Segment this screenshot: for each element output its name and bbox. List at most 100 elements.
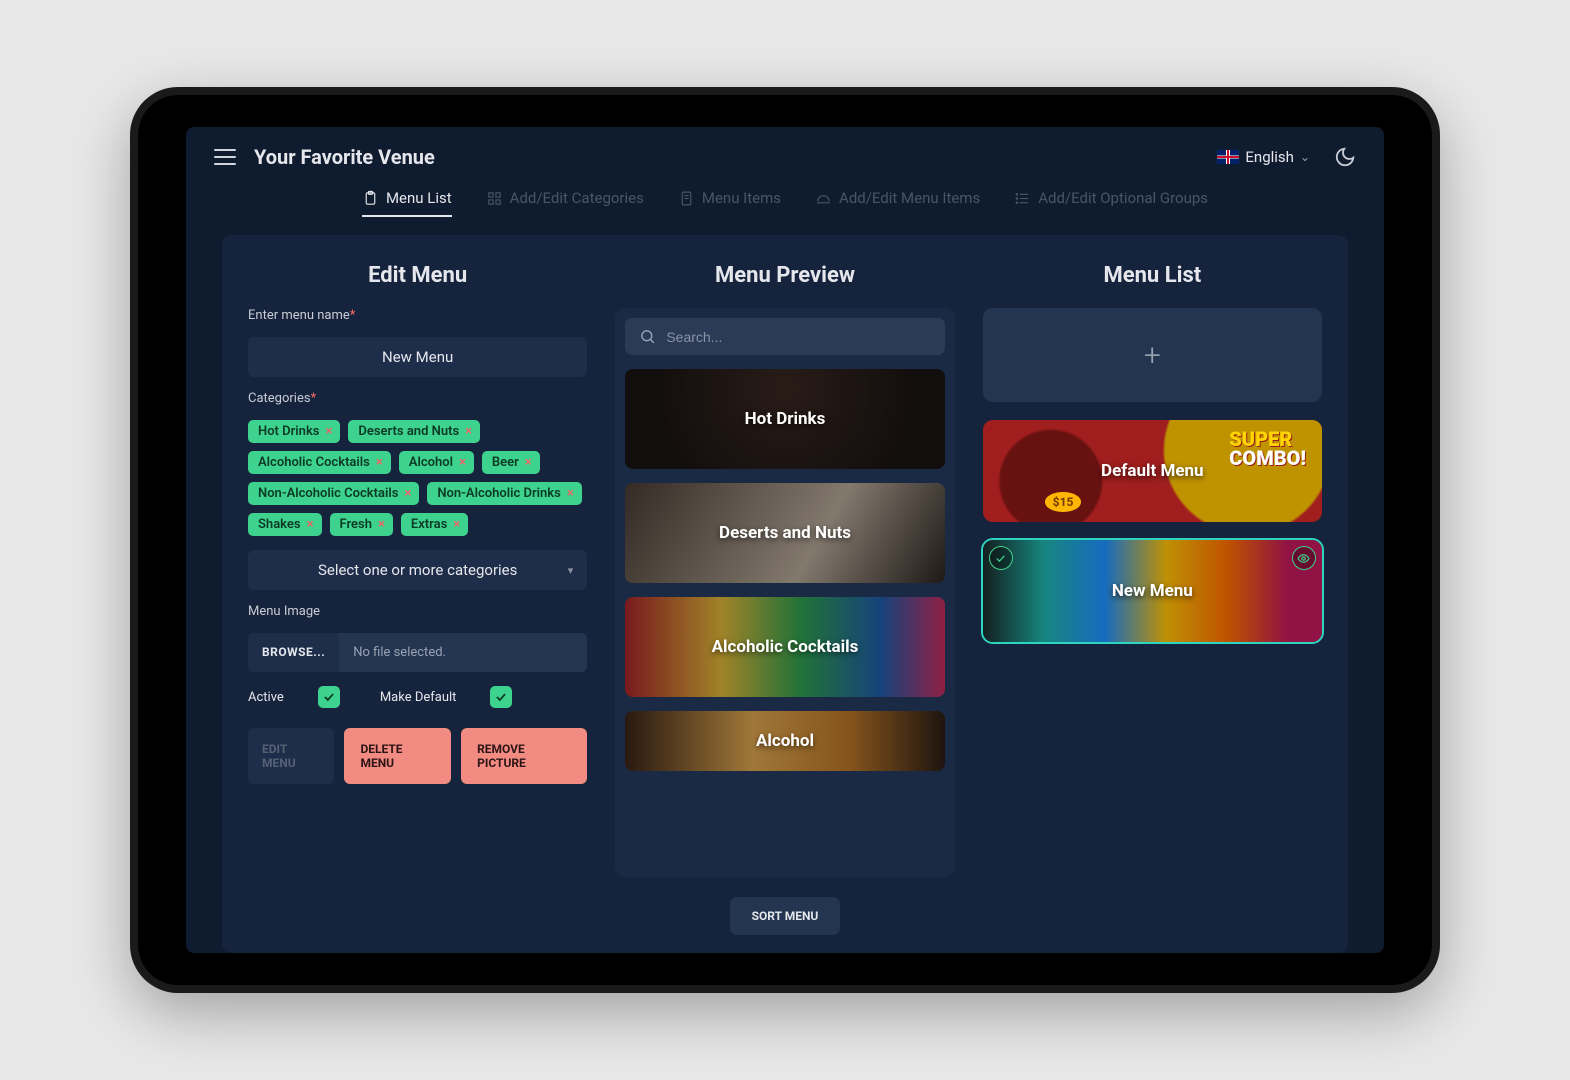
edit-menu-column: Edit Menu Enter menu name* New Menu Cate… [248, 263, 587, 935]
file-status-text: No file selected. [339, 633, 587, 672]
active-checkbox[interactable] [318, 686, 340, 708]
menu-name-input[interactable]: New Menu [248, 337, 587, 377]
preview-category-card[interactable]: Deserts and Nuts [625, 483, 944, 583]
category-chips: Hot Drinks× Deserts and Nuts× Alcoholic … [248, 420, 587, 536]
plus-icon: + [1144, 338, 1161, 373]
search-input[interactable] [666, 329, 930, 345]
tab-label: Menu Items [702, 189, 781, 207]
caret-down-icon: ▾ [568, 564, 574, 577]
tablet-frame: Your Favorite Venue English ⌄ [130, 87, 1440, 993]
edit-menu-heading: Edit Menu [248, 263, 587, 288]
category-chip[interactable]: Beer× [482, 451, 540, 474]
tab-label: Add/Edit Categories [510, 189, 644, 207]
preview-card-title: Alcoholic Cocktails [712, 637, 859, 657]
tab-label: Add/Edit Optional Groups [1038, 189, 1208, 207]
selected-check-icon [989, 546, 1013, 570]
menu-preview-column: Menu Preview Hot Drinks Deserts and [615, 263, 954, 935]
checkbox-row: Active Make Default [248, 686, 587, 708]
preview-card-title: Deserts and Nuts [719, 523, 851, 543]
eye-icon[interactable] [1292, 546, 1316, 570]
delete-menu-button[interactable]: DELETE MENU [344, 728, 451, 784]
category-chip[interactable]: Non-Alcoholic Drinks× [427, 482, 581, 505]
preview-card-title: Alcohol [756, 731, 814, 751]
tab-menu-items[interactable]: Menu Items [678, 189, 781, 217]
menu-list-item[interactable]: SUPER COMBO! $15 Default Menu [983, 420, 1322, 522]
add-menu-button[interactable]: + [983, 308, 1322, 402]
combo-promo-text: SUPER COMBO! [1229, 430, 1306, 468]
preview-category-card[interactable]: Alcohol [625, 711, 944, 771]
category-chip[interactable]: Alcohol× [399, 451, 474, 474]
active-check-item: Active [248, 686, 340, 708]
chip-remove-icon[interactable]: × [459, 455, 466, 470]
language-selector[interactable]: English ⌄ [1217, 148, 1310, 166]
default-check-item: Make Default [380, 686, 513, 708]
content-panel: Edit Menu Enter menu name* New Menu Cate… [222, 235, 1348, 953]
category-chip[interactable]: Deserts and Nuts× [348, 420, 480, 443]
menu-list-item-title: New Menu [1112, 581, 1193, 601]
menu-preview-heading: Menu Preview [615, 263, 954, 288]
chip-remove-icon[interactable]: × [465, 424, 472, 439]
remove-picture-button[interactable]: REMOVE PICTURE [461, 728, 587, 784]
menu-image-label: Menu Image [248, 604, 587, 619]
chip-remove-icon[interactable]: × [376, 455, 383, 470]
chip-remove-icon[interactable]: × [326, 424, 333, 439]
top-bar-left: Your Favorite Venue [214, 145, 435, 169]
preview-category-card[interactable]: Alcoholic Cocktails [625, 597, 944, 697]
tablet-inner: Your Favorite Venue English ⌄ [138, 95, 1432, 985]
language-label: English [1245, 148, 1294, 166]
category-select[interactable]: Select one or more categories ▾ [248, 550, 587, 590]
chevron-down-icon: ⌄ [1300, 150, 1310, 164]
browse-button[interactable]: BROWSE... [248, 633, 339, 672]
top-bar-right: English ⌄ [1217, 146, 1356, 168]
search-icon [639, 328, 656, 345]
file-input-row: BROWSE... No file selected. [248, 633, 587, 672]
venue-title: Your Favorite Venue [254, 145, 435, 169]
sort-menu-button[interactable]: SORT MENU [730, 897, 841, 935]
chip-remove-icon[interactable]: × [378, 517, 385, 532]
categories-label: Categories* [248, 391, 587, 406]
chip-remove-icon[interactable]: × [453, 517, 460, 532]
chip-remove-icon[interactable]: × [567, 486, 574, 501]
combo-price-badge: $15 [1045, 492, 1082, 512]
menu-list-container: + SUPER COMBO! $15 Default Menu [983, 308, 1322, 642]
menu-list-heading: Menu List [983, 263, 1322, 288]
category-chip[interactable]: Alcoholic Cocktails× [248, 451, 391, 474]
chip-remove-icon[interactable]: × [307, 517, 314, 532]
category-chip[interactable]: Non-Alcoholic Cocktails× [248, 482, 419, 505]
uk-flag-icon [1217, 150, 1239, 164]
menu-list-item-title: Default Menu [1101, 461, 1204, 481]
tabs-row: Menu List Add/Edit Categories Menu Items… [186, 177, 1384, 217]
preview-card-title: Hot Drinks [745, 409, 826, 429]
default-checkbox[interactable] [490, 686, 512, 708]
category-chip[interactable]: Fresh× [330, 513, 393, 536]
list-icon [1014, 190, 1031, 207]
edit-menu-button[interactable]: EDIT MENU [248, 728, 334, 784]
category-chip[interactable]: Extras× [401, 513, 468, 536]
category-chip[interactable]: Hot Drinks× [248, 420, 340, 443]
tab-add-edit-optional-groups[interactable]: Add/Edit Optional Groups [1014, 189, 1208, 217]
menu-name-label: Enter menu name* [248, 308, 587, 323]
tab-add-edit-categories[interactable]: Add/Edit Categories [486, 189, 644, 217]
dark-mode-toggle[interactable] [1334, 146, 1356, 168]
menu-list-item[interactable]: New Menu [983, 540, 1322, 642]
select-placeholder: Select one or more categories [318, 561, 517, 579]
dish-icon [815, 190, 832, 207]
tab-menu-list[interactable]: Menu List [362, 189, 452, 217]
clipboard-icon [362, 190, 379, 207]
tab-add-edit-menu-items[interactable]: Add/Edit Menu Items [815, 189, 980, 217]
top-bar: Your Favorite Venue English ⌄ [186, 127, 1384, 177]
tab-label: Menu List [386, 189, 452, 207]
tab-label: Add/Edit Menu Items [839, 189, 980, 207]
hamburger-menu-icon[interactable] [214, 149, 236, 165]
active-label: Active [248, 690, 284, 705]
default-label: Make Default [380, 690, 457, 705]
preview-container: Hot Drinks Deserts and Nuts Alcoholic Co… [615, 308, 954, 877]
category-chip[interactable]: Shakes× [248, 513, 322, 536]
preview-category-card[interactable]: Hot Drinks [625, 369, 944, 469]
search-field-wrap [625, 318, 944, 355]
chip-remove-icon[interactable]: × [404, 486, 411, 501]
chip-remove-icon[interactable]: × [525, 455, 532, 470]
app-screen: Your Favorite Venue English ⌄ [186, 127, 1384, 953]
edit-actions-row: EDIT MENU DELETE MENU REMOVE PICTURE [248, 728, 587, 784]
grid-icon [486, 190, 503, 207]
